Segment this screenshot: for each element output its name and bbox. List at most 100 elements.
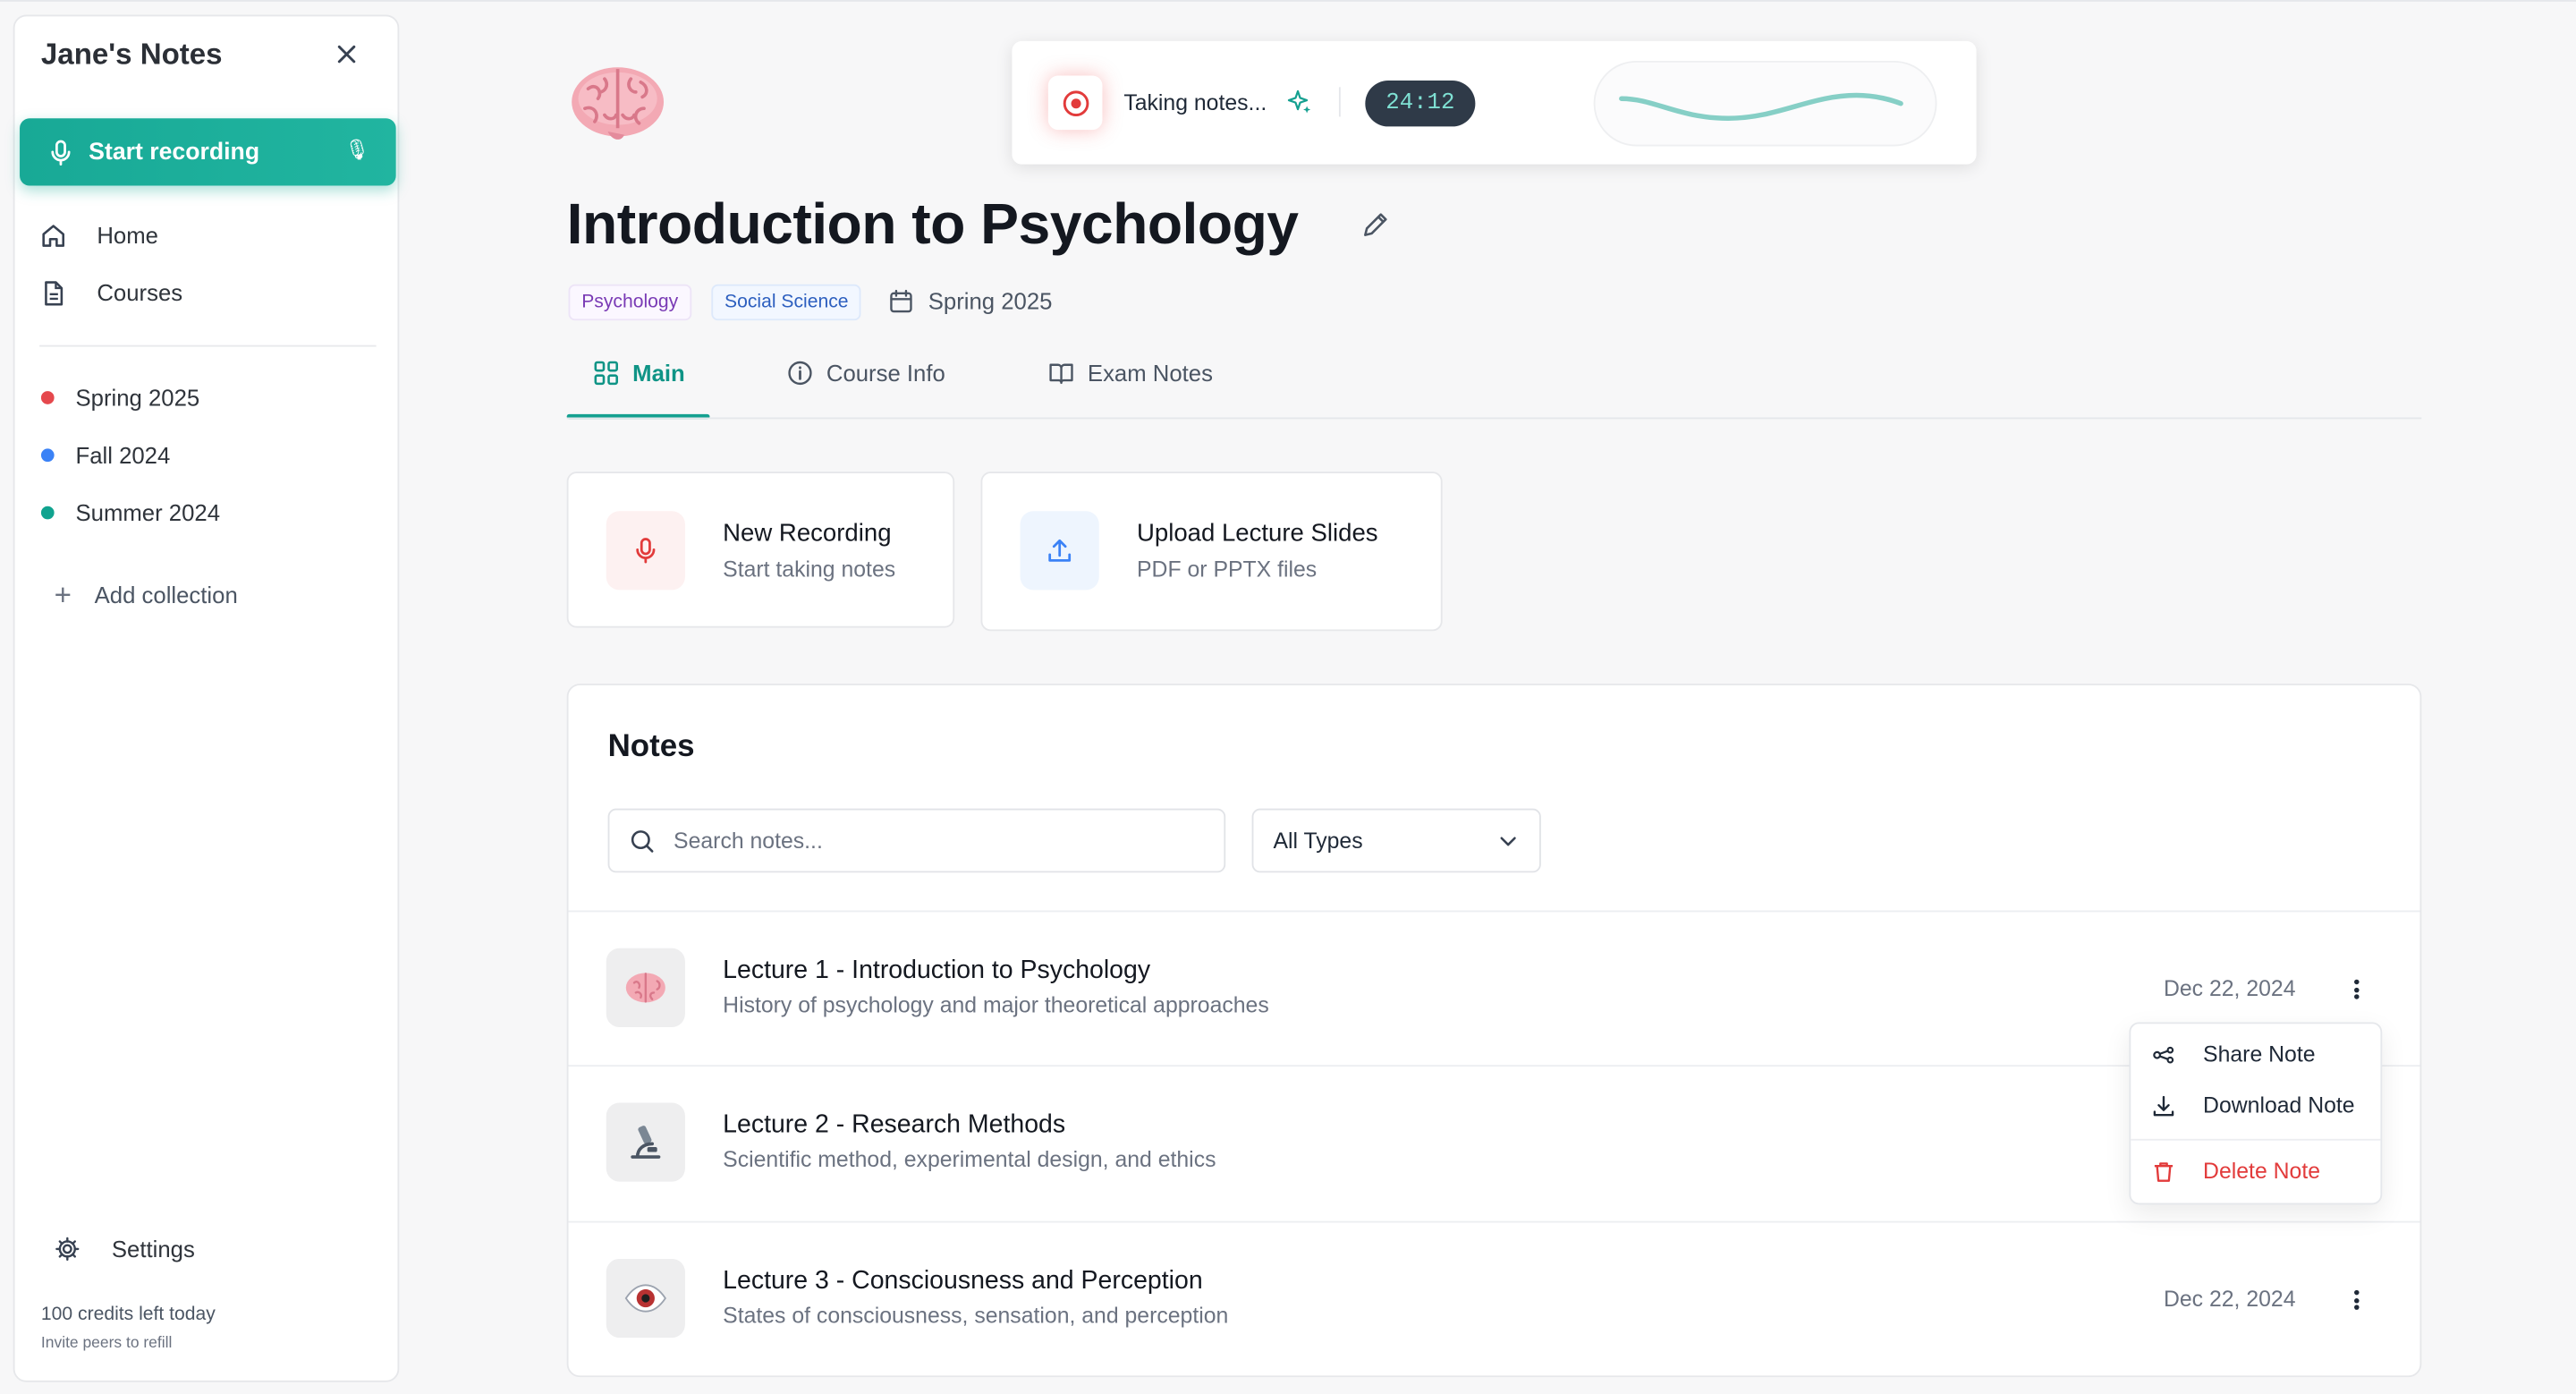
- note-description: History of psychology and major theoreti…: [723, 992, 1269, 1017]
- studio-mic-icon: 🎙: [344, 138, 370, 162]
- collection-dot-icon: [40, 448, 55, 463]
- close-icon[interactable]: [334, 41, 360, 67]
- menu-item-label: Delete Note: [2203, 1158, 2321, 1184]
- search-box: [607, 808, 1226, 873]
- download-note-item[interactable]: Download Note: [2152, 1092, 2355, 1118]
- note-date: Dec 22, 2024: [2163, 1287, 2296, 1312]
- calendar-icon: [890, 288, 912, 312]
- search-input[interactable]: [674, 828, 1199, 854]
- tabs-divider: [566, 417, 2422, 420]
- card-title: New Recording: [723, 519, 892, 548]
- info-icon: [788, 361, 812, 386]
- search-icon: [631, 829, 654, 852]
- new-recording-card[interactable]: New Recording Start taking notes: [566, 472, 955, 628]
- menu-item-label: Download Note: [2203, 1092, 2355, 1118]
- course-term: Spring 2025: [889, 287, 1053, 314]
- tab-label: Exam Notes: [1087, 360, 1213, 387]
- tab-label: Main: [632, 360, 685, 387]
- menu-item-label: Share Note: [2203, 1041, 2316, 1067]
- type-filter-value: All Types: [1273, 828, 1363, 854]
- recording-timer: 24:12: [1365, 81, 1476, 127]
- type-filter-select[interactable]: All Types: [1251, 808, 1541, 873]
- microphone-icon: [636, 538, 656, 564]
- delete-note-item[interactable]: Delete Note: [2152, 1158, 2321, 1184]
- collection-summer-2024[interactable]: Summer 2024: [40, 495, 221, 531]
- brain-icon: [625, 973, 665, 1003]
- more-options-icon[interactable]: [2346, 973, 2366, 1006]
- note-title: Lecture 1 - Introduction to Psychology: [723, 956, 1151, 985]
- tag-psychology[interactable]: Psychology: [568, 284, 691, 321]
- recording-status-text: Taking notes...: [1123, 90, 1267, 115]
- tab-exam-notes[interactable]: Exam Notes: [1048, 360, 1213, 387]
- note-thumbnail: [606, 948, 685, 1027]
- note-title: Lecture 3 - Consciousness and Perception: [723, 1267, 1203, 1296]
- table-row[interactable]: Lecture 3 - Consciousness and Perception…: [569, 1221, 2420, 1376]
- sparkle-icon: [1287, 89, 1311, 114]
- sidebar-divider: [39, 344, 377, 347]
- tab-course-info[interactable]: Course Info: [787, 360, 945, 387]
- microscope-icon: [631, 1126, 661, 1159]
- collection-dot-icon: [40, 506, 55, 520]
- notes-title: Notes: [607, 729, 695, 765]
- course-term-label: Spring 2025: [928, 287, 1053, 314]
- collection-spring-2025[interactable]: Spring 2025: [40, 379, 200, 415]
- card-title: Upload Lecture Slides: [1137, 519, 1378, 548]
- start-recording-button[interactable]: Start recording 🎙: [20, 118, 396, 186]
- collection-label: Spring 2025: [75, 384, 200, 412]
- card-subtitle: PDF or PPTX files: [1137, 557, 1318, 582]
- book-icon: [1049, 363, 1073, 385]
- start-recording-label: Start recording: [89, 139, 260, 166]
- download-icon: [2153, 1094, 2174, 1116]
- credits-text: 100 credits left today: [40, 1305, 216, 1325]
- note-description: Scientific method, experimental design, …: [723, 1147, 1216, 1172]
- brain-icon: [572, 67, 665, 140]
- sidebar-item-courses[interactable]: Courses: [39, 273, 368, 312]
- more-options-icon[interactable]: [2346, 1283, 2366, 1316]
- add-collection-button[interactable]: + Add collection: [55, 580, 238, 609]
- card-subtitle: Start taking notes: [723, 557, 896, 582]
- sidebar-item-home[interactable]: Home: [39, 216, 368, 255]
- app: Jane's Notes Start recording 🎙 Home Cour…: [0, 0, 2576, 1394]
- waveform-icon: [1619, 92, 1903, 122]
- settings-button[interactable]: Settings: [55, 1236, 195, 1262]
- share-icon: [2153, 1045, 2174, 1063]
- recording-status-bar: Taking notes... 24:12: [1012, 40, 1977, 165]
- upload-icon: [1048, 539, 1072, 562]
- stop-recording-button[interactable]: [1047, 75, 1103, 131]
- collection-label: Fall 2024: [75, 442, 171, 469]
- sidebar-item-label: Courses: [97, 279, 183, 306]
- sidebar-title: Jane's Notes: [40, 38, 223, 71]
- plus-icon: +: [54, 578, 72, 612]
- collection-label: Summer 2024: [75, 499, 221, 526]
- record-icon: [1062, 89, 1089, 116]
- note-options-menu: Share Note Download Note Delete Note: [2129, 1022, 2383, 1205]
- status-divider: [1338, 87, 1341, 117]
- tab-main[interactable]: Main: [593, 360, 685, 387]
- edit-pencil-icon[interactable]: [1360, 210, 1390, 240]
- upload-icon-box: [1020, 511, 1099, 591]
- sidebar: Jane's Notes Start recording 🎙 Home Cour…: [13, 14, 400, 1382]
- tab-label: Course Info: [826, 360, 945, 387]
- note-thumbnail: [606, 1258, 685, 1339]
- microphone-icon: [51, 139, 71, 166]
- note-description: States of consciousness, sensation, and …: [723, 1303, 1229, 1329]
- sidebar-item-label: Home: [97, 221, 158, 249]
- note-date: Dec 22, 2024: [2163, 976, 2296, 1001]
- settings-label: Settings: [111, 1236, 195, 1262]
- gear-icon: [55, 1237, 80, 1262]
- eye-icon: [624, 1284, 666, 1313]
- collection-fall-2024[interactable]: Fall 2024: [40, 438, 171, 473]
- collection-dot-icon: [40, 391, 55, 404]
- chevron-down-icon: [1500, 836, 1516, 846]
- add-collection-label: Add collection: [94, 582, 238, 608]
- new-recording-icon-box: [606, 511, 685, 591]
- share-note-item[interactable]: Share Note: [2152, 1041, 2316, 1067]
- page-title: Introduction to Psychology: [566, 191, 1299, 257]
- document-icon: [45, 280, 64, 305]
- top-border: [0, 0, 2576, 2]
- menu-divider: [2131, 1138, 2381, 1141]
- note-thumbnail: [606, 1102, 685, 1182]
- tag-social-science[interactable]: Social Science: [711, 284, 862, 321]
- note-title: Lecture 2 - Research Methods: [723, 1110, 1066, 1139]
- upload-slides-card[interactable]: Upload Lecture Slides PDF or PPTX files: [980, 472, 1443, 632]
